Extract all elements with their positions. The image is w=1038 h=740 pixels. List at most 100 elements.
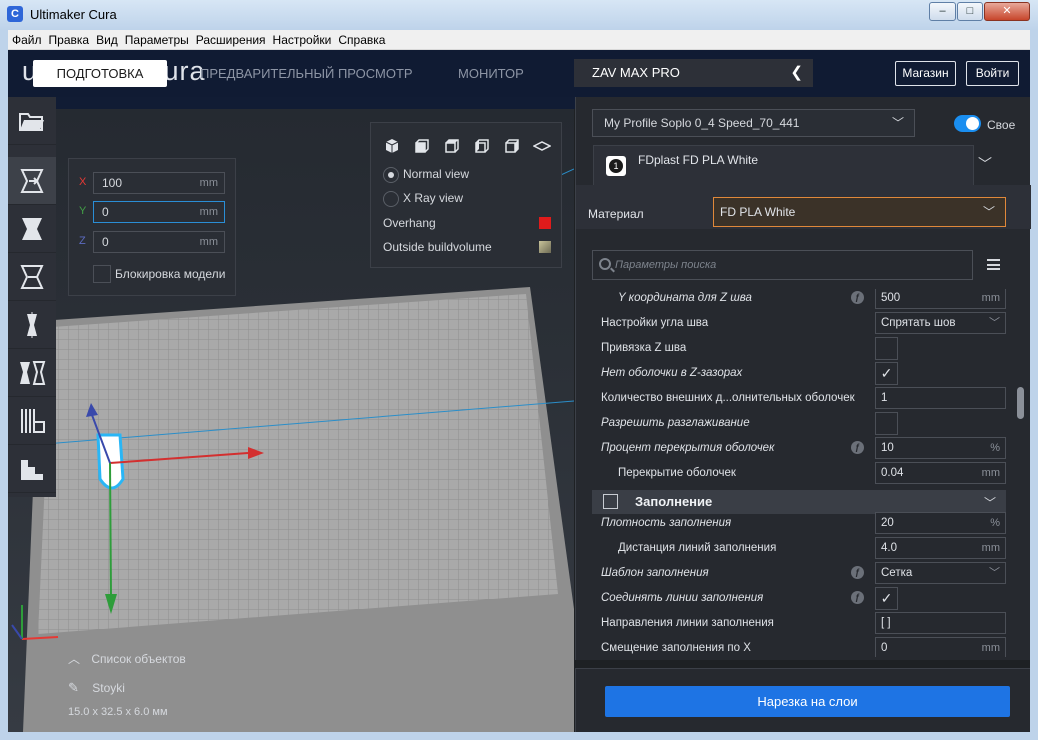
printer-selector[interactable]: ZAV MAX PRO ❮ <box>574 59 813 87</box>
setting-input[interactable]: 0 mm <box>875 637 1006 657</box>
setting-unit: % <box>990 442 1000 454</box>
menu-help[interactable]: Справка <box>334 30 388 47</box>
object-list-header[interactable]: ︿ Список объектов <box>68 650 268 667</box>
camera-left-view-icon[interactable] <box>473 137 491 155</box>
camera-3d-view-icon[interactable] <box>383 137 401 155</box>
reset-icon[interactable]: ƒ <box>851 291 864 304</box>
menu-extensions[interactable]: Расширения <box>192 30 269 47</box>
app-header: ultimaker cura ПОДГОТОВКА ПРЕДВАРИТЕЛЬНЫ… <box>8 50 1030 97</box>
extruder-tab[interactable]: 1 FDplast FD PLA White <box>593 145 974 185</box>
camera-front-view-icon[interactable] <box>413 137 431 155</box>
normal-view-option[interactable]: Normal view <box>383 167 469 185</box>
support-blocker-button[interactable] <box>8 397 56 445</box>
setting-value: 0 <box>881 642 888 654</box>
camera-top-view-icon[interactable] <box>443 137 461 155</box>
window-frame-right <box>1030 30 1038 740</box>
setting-row: Количество внешних д...олнительных оболо… <box>576 386 1016 411</box>
setting-input[interactable]: 1 <box>875 387 1006 409</box>
menu-bar: Файл Правка Вид Параметры Расширения Настройк… <box>8 30 1030 50</box>
menu-view[interactable]: Вид <box>92 30 121 47</box>
y-axis-handle[interactable] <box>109 462 112 600</box>
z-coordinate-input[interactable]: 0 mm <box>93 231 225 253</box>
support-blocker-icon <box>21 408 45 433</box>
y-value: 0 <box>102 205 109 219</box>
setting-label: Процент перекрытия оболочек <box>601 442 775 454</box>
origin-z-axis <box>11 624 23 640</box>
login-button[interactable]: Войти <box>966 61 1019 86</box>
scale-tool-button[interactable] <box>8 205 56 253</box>
lock-model-checkbox[interactable] <box>93 265 111 283</box>
marketplace-button[interactable]: Магазин <box>895 61 956 86</box>
material-label: Материал <box>588 207 644 221</box>
setting-input[interactable]: 10% <box>875 437 1006 459</box>
xray-view-radio[interactable] <box>383 191 399 207</box>
setting-input[interactable]: 0.04 mm <box>875 462 1006 484</box>
maximize-button[interactable]: □ <box>957 2 983 21</box>
view-type-icon[interactable] <box>532 137 552 155</box>
mirror-tool-icon <box>27 311 37 338</box>
reset-icon[interactable]: ƒ <box>851 441 864 454</box>
move-tool-icon <box>20 168 44 193</box>
setting-row: Разрешить разглаживание <box>576 411 1016 436</box>
setting-checkbox[interactable]: ✓ <box>875 587 898 610</box>
setting-input[interactable]: 20% <box>875 512 1006 534</box>
rotate-tool-icon <box>20 264 44 289</box>
setting-label: Направления линии заполнения <box>601 617 774 629</box>
overhang-legend: Overhang <box>383 216 551 230</box>
z-value: 0 <box>102 235 109 249</box>
setting-row: Привязка Z шва <box>576 336 1016 361</box>
setting-input[interactable]: 4.0 mm <box>875 537 1006 559</box>
setting-dropdown[interactable]: Спрятать шов ﹀ <box>875 312 1006 334</box>
setting-label: Соединять линии заполнения <box>601 592 764 604</box>
profile-select[interactable]: My Profile Soplo 0_4 Speed_70_441 ﹀ <box>592 109 915 137</box>
setting-label: Y координата для Z шва <box>618 292 752 304</box>
menu-edit[interactable]: Правка <box>45 30 93 47</box>
close-button[interactable]: ✕ <box>984 2 1030 21</box>
reset-icon[interactable]: ƒ <box>851 566 864 579</box>
settings-search-input[interactable]: Параметры поиска <box>592 250 973 280</box>
menu-file[interactable]: Файл <box>8 30 45 47</box>
reset-icon[interactable]: ƒ <box>851 591 864 604</box>
per-model-settings-button[interactable] <box>8 349 56 397</box>
search-icon <box>599 258 611 270</box>
setting-input[interactable]: [ ] <box>875 612 1006 634</box>
setting-input[interactable]: 500 mm <box>875 289 1006 309</box>
extruder-collapse-chevron-icon[interactable]: ﹀ <box>978 154 992 174</box>
x-label: X <box>79 176 87 188</box>
xray-view-option[interactable]: X Ray view <box>383 191 463 209</box>
menu-preferences[interactable]: Настройки <box>269 30 335 47</box>
infill-category-icon <box>603 494 618 509</box>
setting-checkbox[interactable] <box>875 337 898 360</box>
mirror-tool-button[interactable] <box>8 301 56 349</box>
open-file-button[interactable] <box>8 97 56 145</box>
lock-model-row: Блокировка модели <box>93 265 225 283</box>
settings-scrollbar[interactable] <box>1017 387 1024 419</box>
object-item[interactable]: ✎ Stoyki <box>68 680 268 696</box>
normal-view-radio[interactable] <box>383 167 399 183</box>
setting-value: [ ] <box>881 617 891 629</box>
setting-checkbox[interactable]: ✓ <box>875 362 898 385</box>
minimize-button[interactable]: – <box>929 2 956 21</box>
setting-value: 10 <box>881 442 894 454</box>
setting-checkbox[interactable] <box>875 412 898 435</box>
y-coordinate-input[interactable]: 0 mm <box>93 201 225 223</box>
layflat-button[interactable] <box>8 445 56 493</box>
menu-parameters[interactable]: Параметры <box>121 30 192 47</box>
material-select[interactable]: FD PLA White ﹀ <box>713 197 1006 227</box>
stage-tab-prepare[interactable]: ПОДГОТОВКА <box>33 60 167 87</box>
custom-mode-toggle[interactable] <box>954 115 981 132</box>
move-tool-button[interactable] <box>8 157 56 205</box>
setting-row: Плотность заполнения 20% <box>576 511 1016 536</box>
rotate-tool-button[interactable] <box>8 253 56 301</box>
move-tool-panel: X 100 mm Y 0 mm Z 0 mm Блокировка модели <box>68 158 236 296</box>
stage-tab-monitor[interactable]: МОНИТОР <box>458 66 524 81</box>
slice-button[interactable]: Нарезка на слои <box>605 686 1010 717</box>
stage-tab-preview[interactable]: ПРЕДВАРИТЕЛЬНЫЙ ПРОСМОТР <box>200 66 413 81</box>
print-settings-panel: My Profile Soplo 0_4 Speed_70_441 ﹀ Свое … <box>575 97 1031 660</box>
camera-right-view-icon[interactable] <box>503 137 521 155</box>
search-placeholder: Параметры поиска <box>615 259 717 271</box>
infill-category-label: Заполнение <box>635 494 713 509</box>
setting-dropdown[interactable]: Сетка ﹀ <box>875 562 1006 584</box>
settings-visibility-menu-icon[interactable] <box>987 259 1000 270</box>
x-coordinate-input[interactable]: 100 mm <box>93 172 225 194</box>
